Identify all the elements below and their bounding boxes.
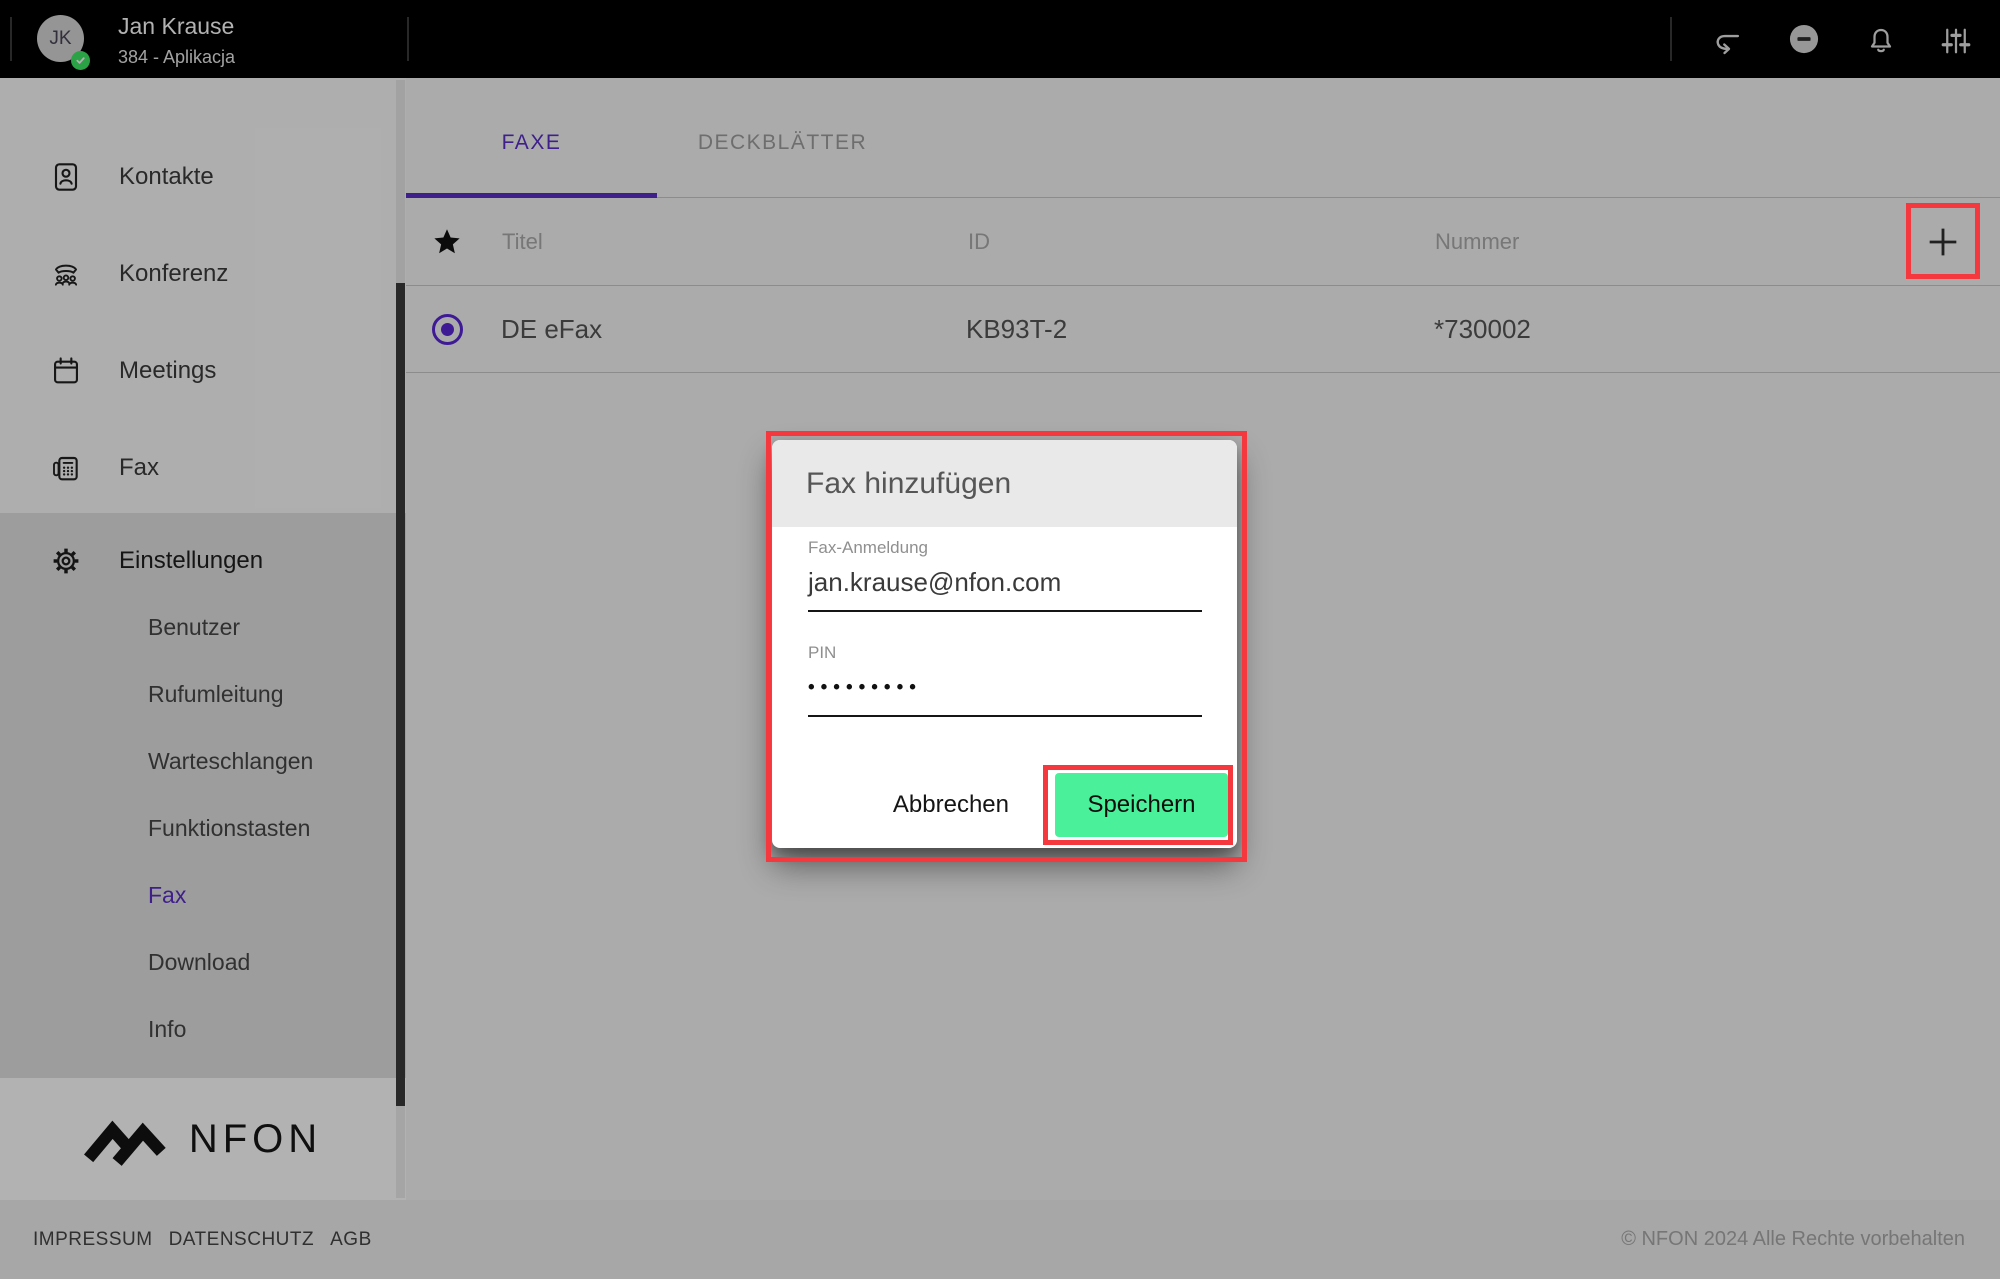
app-window: JK Jan Krause 384 - Aplikacja <box>0 0 2000 1279</box>
fax-login-field: Fax-Anmeldung jan.krause@nfon.com <box>808 538 1202 612</box>
save-button[interactable]: Speichern <box>1055 773 1228 837</box>
cancel-button[interactable]: Abbrechen <box>889 791 1013 819</box>
pin-input[interactable]: ••••••••• <box>808 677 1202 717</box>
fax-add-dialog: Fax hinzufügen Fax-Anmeldung jan.krause@… <box>772 440 1237 848</box>
fax-login-label: Fax-Anmeldung <box>808 538 1202 558</box>
dialog-header: Fax hinzufügen <box>772 440 1237 527</box>
dialog-title: Fax hinzufügen <box>806 467 1011 501</box>
fax-login-input[interactable]: jan.krause@nfon.com <box>808 567 1202 612</box>
dialog-actions: Abbrechen Speichern <box>889 773 1228 837</box>
pin-field: PIN ••••••••• <box>808 643 1202 717</box>
pin-label: PIN <box>808 643 1202 663</box>
